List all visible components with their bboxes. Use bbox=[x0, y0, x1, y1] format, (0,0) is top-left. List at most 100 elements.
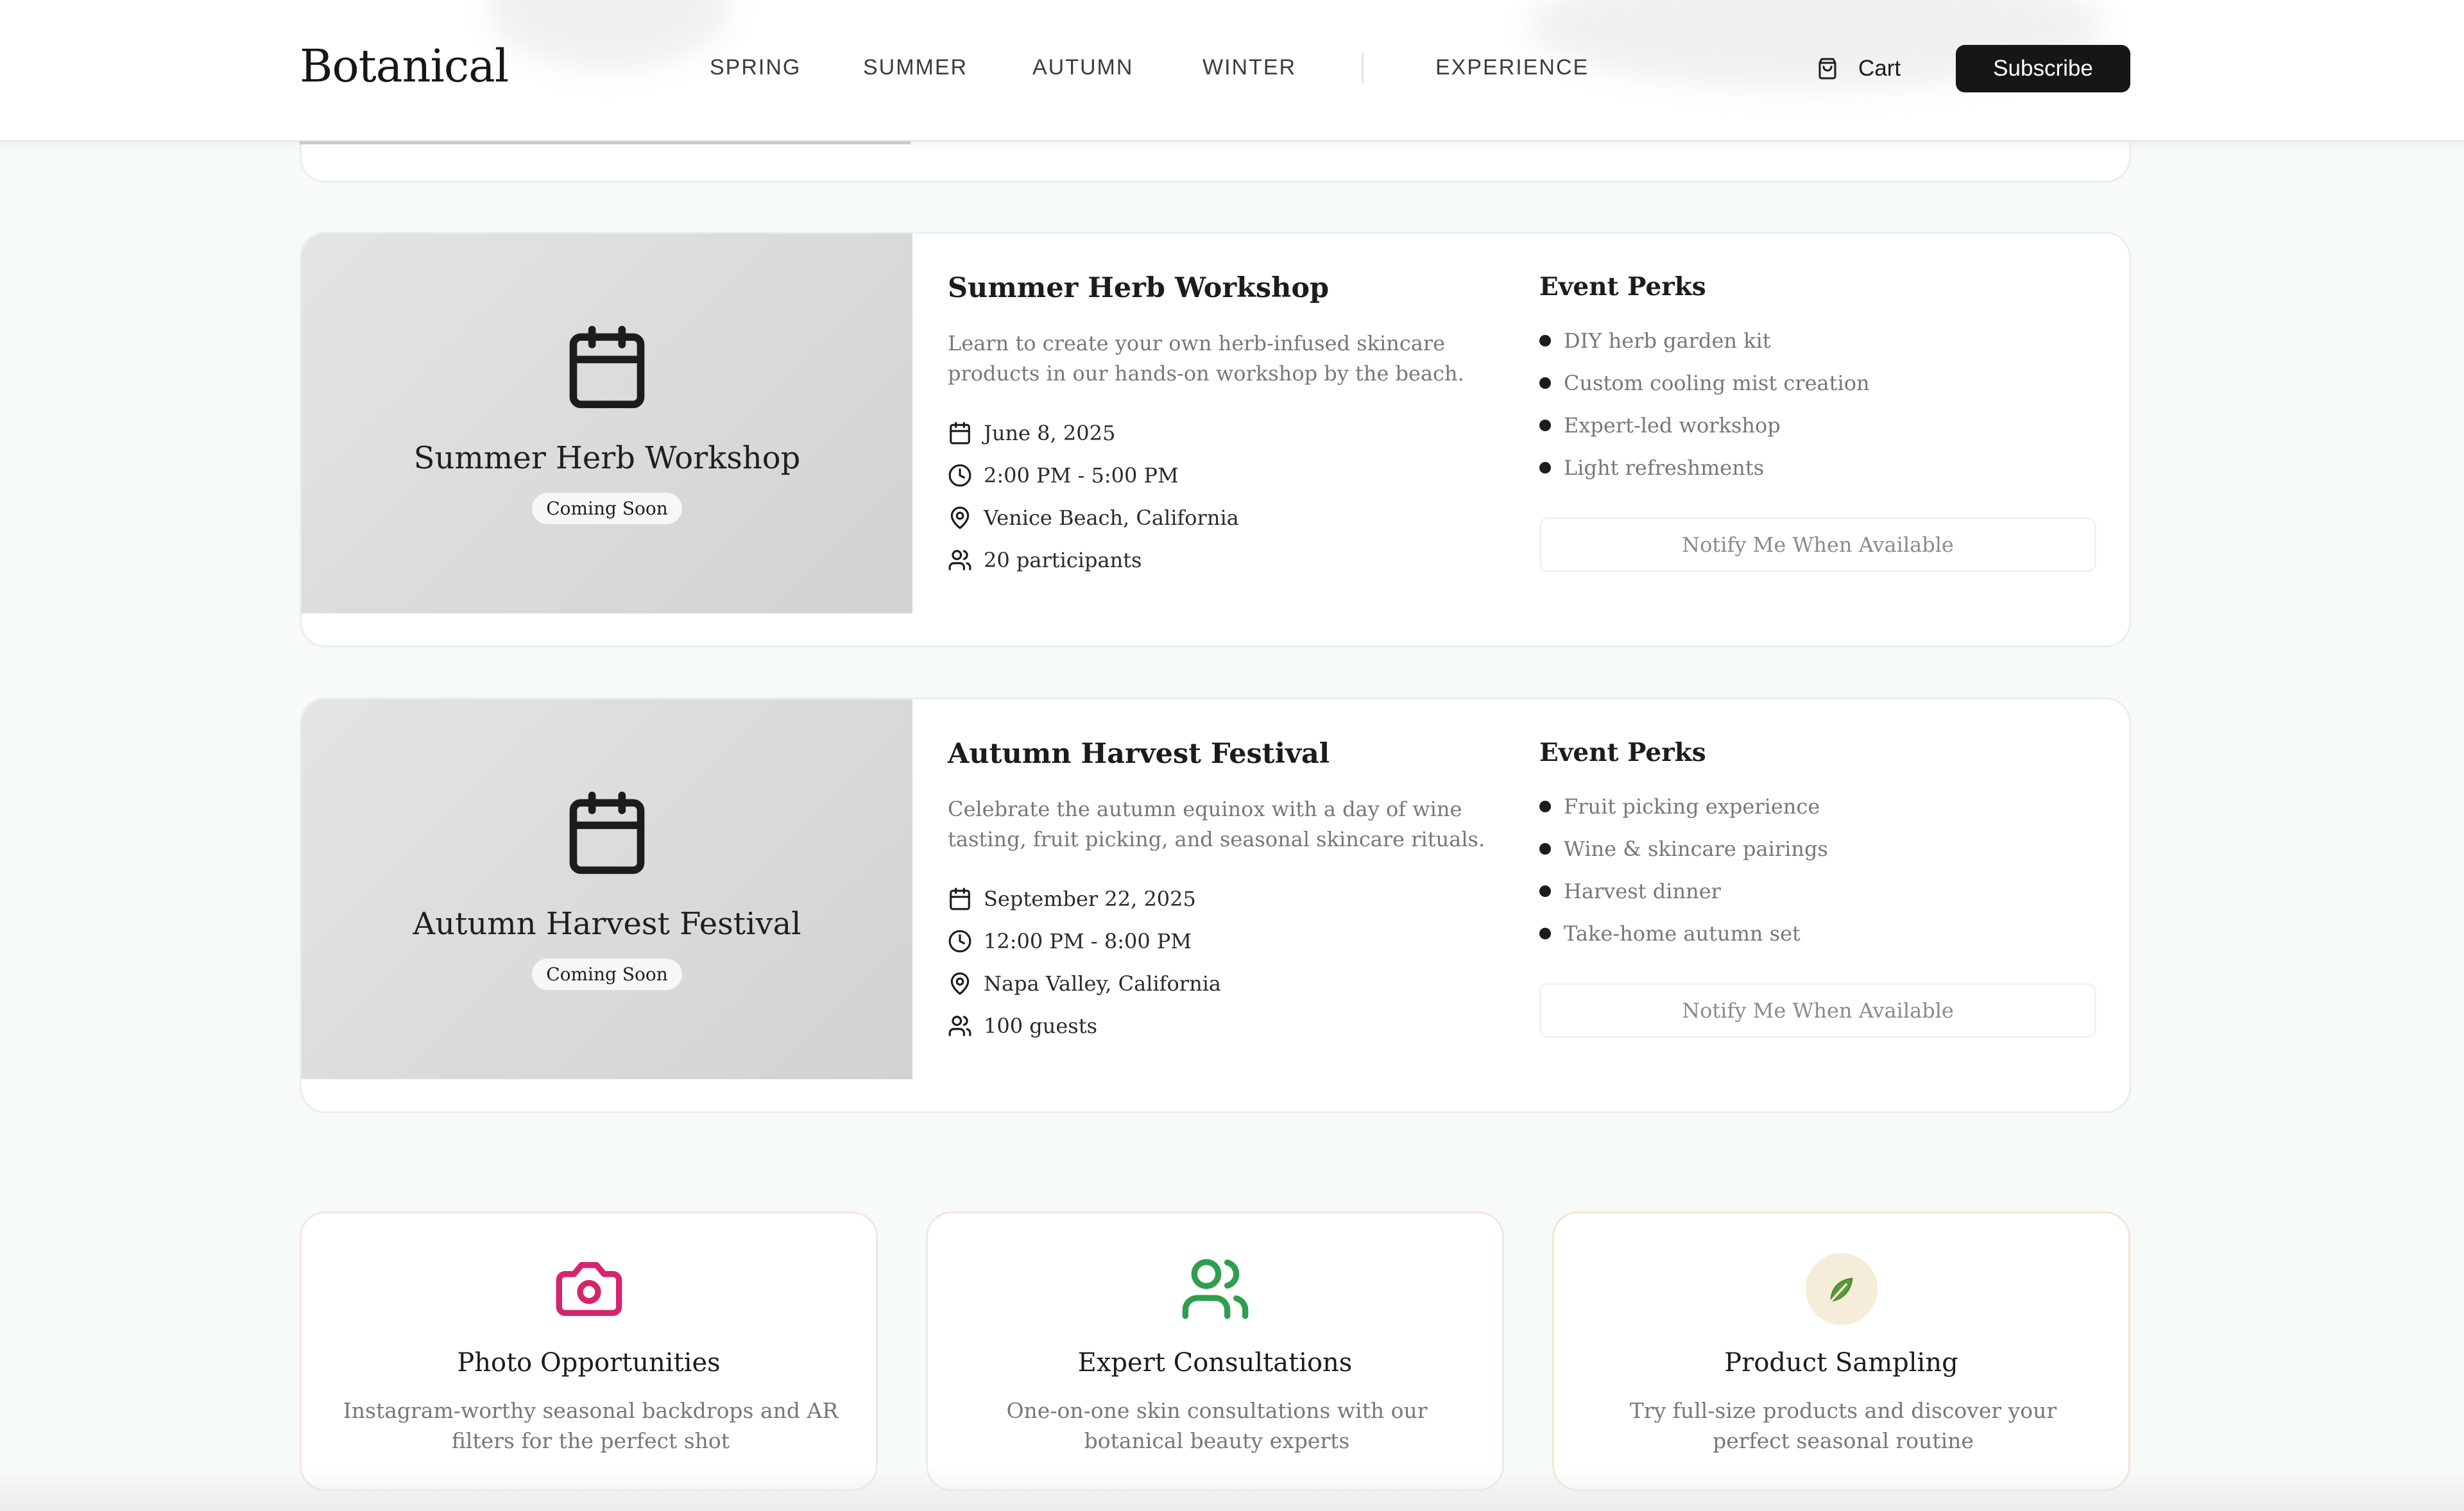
feature-title: Expert Consultations bbox=[1077, 1348, 1353, 1378]
decorative-blur bbox=[488, 0, 732, 71]
notify-button[interactable]: Notify Me When Available bbox=[1539, 517, 2096, 572]
perk-text: Light refreshments bbox=[1564, 456, 1765, 480]
event-capacity: 20 participants bbox=[948, 539, 1512, 581]
bullet bbox=[1539, 843, 1551, 855]
event-location-text: Venice Beach, California bbox=[984, 506, 1239, 530]
event-description: Learn to create your own herb-infused sk… bbox=[948, 331, 1464, 386]
perk-list: Fruit picking experience Wine & skincare… bbox=[1539, 785, 2096, 955]
event-location-text: Napa Valley, California bbox=[984, 971, 1221, 996]
perk-text: DIY herb garden kit bbox=[1564, 329, 1771, 353]
leaf-icon bbox=[1805, 1253, 1878, 1325]
calendar-icon bbox=[569, 791, 645, 875]
bullet bbox=[1539, 377, 1551, 389]
nav-autumn[interactable]: AUTUMN bbox=[1032, 55, 1133, 80]
event-time-text: 12:00 PM - 8:00 PM bbox=[984, 929, 1192, 953]
event-card: Autumn Harvest Festival Coming Soon Autu… bbox=[300, 697, 2131, 1113]
list-item: Harvest dinner bbox=[1539, 870, 2096, 912]
status-badge: Coming Soon bbox=[532, 959, 682, 990]
event-meta: June 8, 2025 2:00 PM - 5:00 PM Venice Be… bbox=[948, 412, 1512, 581]
bullet bbox=[1539, 335, 1551, 346]
event-title: Summer Herb Workshop bbox=[948, 272, 1330, 304]
feature-title: Photo Opportunities bbox=[457, 1348, 721, 1378]
nav-spring[interactable]: SPRING bbox=[710, 55, 801, 80]
event-image: Autumn Harvest Festival Coming Soon bbox=[302, 699, 912, 1079]
list-item: Expert-led workshop bbox=[1539, 404, 2096, 447]
event-perks: Event Perks DIY herb garden kit Custom c… bbox=[1539, 272, 2096, 572]
event-time: 2:00 PM - 5:00 PM bbox=[948, 454, 1512, 497]
bullet bbox=[1539, 928, 1551, 939]
cart-link[interactable]: Cart bbox=[1816, 54, 1901, 83]
perks-title: Event Perks bbox=[1539, 738, 1706, 767]
users-icon bbox=[1179, 1253, 1251, 1325]
camera-icon bbox=[553, 1253, 625, 1325]
event-location: Napa Valley, California bbox=[948, 962, 1512, 1005]
site-logo[interactable]: Botanical bbox=[300, 40, 509, 92]
feature-description: One-on-one skin consultations with our b… bbox=[1006, 1398, 1428, 1453]
feature-card-photo: Photo Opportunities Instagram-worthy sea… bbox=[300, 1211, 878, 1491]
event-meta: September 22, 2025 12:00 PM - 8:00 PM Na… bbox=[948, 878, 1512, 1047]
map-pin-icon bbox=[950, 972, 970, 995]
perks-title: Event Perks bbox=[1539, 272, 1706, 302]
feature-title: Product Sampling bbox=[1724, 1348, 1958, 1378]
nav-experience[interactable]: EXPERIENCE bbox=[1435, 55, 1589, 80]
clock-icon bbox=[948, 930, 971, 953]
cart-label: Cart bbox=[1858, 56, 1901, 81]
event-image-title: Autumn Harvest Festival bbox=[413, 906, 801, 942]
list-item: Fruit picking experience bbox=[1539, 785, 2096, 828]
event-time: 12:00 PM - 8:00 PM bbox=[948, 920, 1512, 962]
event-capacity-text: 20 participants bbox=[984, 548, 1142, 572]
list-item: Wine & skincare pairings bbox=[1539, 828, 2096, 870]
feature-description: Instagram-worthy seasonal backdrops and … bbox=[343, 1398, 839, 1453]
nav-summer[interactable]: SUMMER bbox=[863, 55, 968, 80]
list-item: DIY herb garden kit bbox=[1539, 320, 2096, 362]
nav-winter[interactable]: WINTER bbox=[1202, 55, 1296, 80]
event-image-title: Summer Herb Workshop bbox=[413, 440, 801, 476]
event-date: September 22, 2025 bbox=[948, 878, 1512, 920]
list-item: Take-home autumn set bbox=[1539, 912, 2096, 955]
bullet bbox=[1539, 801, 1551, 812]
perk-list: DIY herb garden kit Custom cooling mist … bbox=[1539, 320, 2096, 489]
feature-description: Try full-size products and discover your… bbox=[1629, 1398, 2057, 1453]
event-date-text: June 8, 2025 bbox=[984, 421, 1116, 445]
users-icon bbox=[948, 550, 971, 570]
calendar-icon bbox=[569, 325, 645, 409]
shopping-bag-icon bbox=[1818, 58, 1836, 80]
event-date-text: September 22, 2025 bbox=[984, 887, 1196, 911]
perk-text: Wine & skincare pairings bbox=[1564, 837, 1828, 861]
list-item: Light refreshments bbox=[1539, 447, 2096, 489]
subscribe-button[interactable]: Subscribe bbox=[1956, 45, 2130, 92]
bullet bbox=[1539, 462, 1551, 474]
event-date: June 8, 2025 bbox=[948, 412, 1512, 454]
leaf-icon-background bbox=[1805, 1253, 1878, 1325]
list-item: Custom cooling mist creation bbox=[1539, 362, 2096, 404]
event-time-text: 2:00 PM - 5:00 PM bbox=[984, 463, 1179, 488]
perk-text: Expert-led workshop bbox=[1564, 413, 1781, 438]
event-details: Autumn Harvest Festival Celebrate the au… bbox=[948, 738, 1512, 1047]
calendar-icon bbox=[950, 422, 970, 445]
previous-card-image-edge bbox=[300, 141, 911, 144]
bullet bbox=[1539, 420, 1551, 431]
perk-text: Take-home autumn set bbox=[1564, 921, 1801, 946]
calendar-icon bbox=[950, 887, 970, 910]
map-pin-icon bbox=[950, 506, 970, 529]
users-icon bbox=[948, 1016, 971, 1036]
event-description: Celebrate the autumn equinox with a day … bbox=[948, 797, 1485, 851]
event-image: Summer Herb Workshop Coming Soon bbox=[302, 234, 912, 613]
event-capacity-text: 100 guests bbox=[984, 1014, 1097, 1038]
status-badge: Coming Soon bbox=[532, 493, 682, 524]
event-location: Venice Beach, California bbox=[948, 497, 1512, 539]
event-title: Autumn Harvest Festival bbox=[948, 738, 1330, 770]
perk-text: Custom cooling mist creation bbox=[1564, 371, 1870, 395]
notify-button[interactable]: Notify Me When Available bbox=[1539, 983, 2096, 1038]
site-header: Botanical SPRING SUMMER AUTUMN WINTER EX… bbox=[0, 0, 2464, 142]
event-card: Summer Herb Workshop Coming Soon Summer … bbox=[300, 232, 2131, 647]
bullet bbox=[1539, 885, 1551, 897]
feature-card-sampling: Product Sampling Try full-size products … bbox=[1552, 1211, 2130, 1491]
event-details: Summer Herb Workshop Learn to create you… bbox=[948, 272, 1512, 581]
perk-text: Fruit picking experience bbox=[1564, 794, 1820, 819]
event-perks: Event Perks Fruit picking experience Win… bbox=[1539, 738, 2096, 1038]
event-capacity: 100 guests bbox=[948, 1005, 1512, 1047]
feature-card-consultations: Expert Consultations One-on-one skin con… bbox=[926, 1211, 1504, 1491]
clock-icon bbox=[948, 464, 971, 487]
nav-divider bbox=[1362, 53, 1364, 83]
